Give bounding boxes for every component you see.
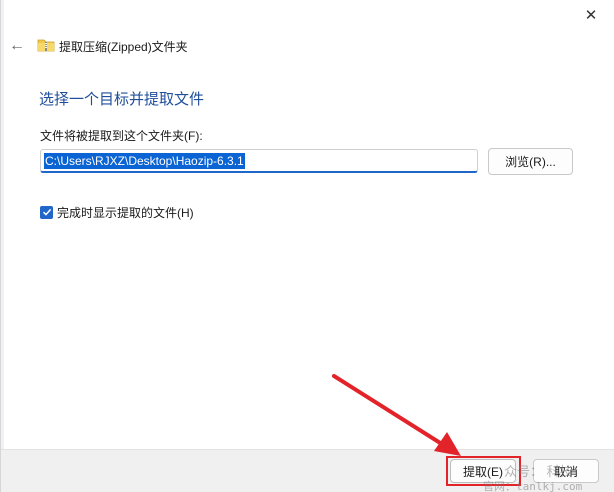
- browse-button[interactable]: 浏览(R)...: [488, 148, 573, 175]
- annotation-arrow: [332, 374, 461, 456]
- extract-zip-dialog: ✕ ← 提取压缩(Zipped)文件夹 选择一个目标并提取文件 文件将被提取到这…: [0, 0, 614, 492]
- window-left-edge: [1, 0, 4, 492]
- zip-folder-icon: [37, 39, 55, 52]
- destination-path-input[interactable]: C:\Users\RJXZ\Desktop\Haozip-6.3.1: [40, 149, 478, 173]
- extract-button[interactable]: 提取(E): [450, 459, 516, 483]
- dialog-footer: [1, 449, 614, 492]
- show-files-option[interactable]: 完成时显示提取的文件(H): [40, 204, 194, 220]
- cancel-button[interactable]: 取消: [533, 459, 599, 483]
- back-arrow-icon: ←: [9, 37, 25, 54]
- checkmark-icon: [42, 208, 51, 216]
- destination-path-value: C:\Users\RJXZ\Desktop\Haozip-6.3.1: [44, 153, 245, 169]
- page-heading: 选择一个目标并提取文件: [39, 91, 205, 108]
- back-button[interactable]: ←: [7, 36, 27, 56]
- wizard-nav-row: ← 提取压缩(Zipped)文件夹: [1, 34, 614, 60]
- close-button[interactable]: ✕: [568, 0, 614, 30]
- destination-label: 文件将被提取到这个文件夹(F):: [40, 129, 203, 143]
- show-files-checkbox[interactable]: [40, 205, 53, 219]
- close-icon: ✕: [584, 7, 598, 24]
- show-files-label: 完成时显示提取的文件(H): [57, 205, 194, 220]
- wizard-title: 提取压缩(Zipped)文件夹: [59, 40, 188, 54]
